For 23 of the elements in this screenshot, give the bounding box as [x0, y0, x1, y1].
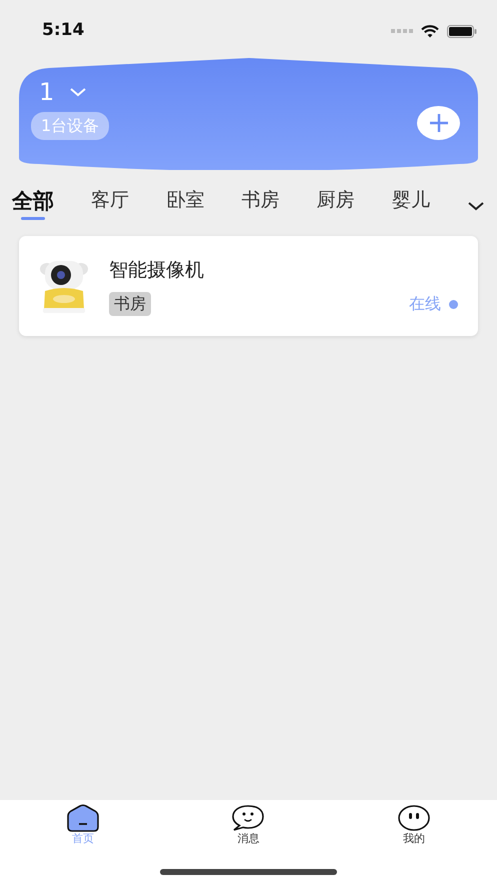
- nav-tab[interactable]: 消息: [231, 800, 266, 883]
- status-text: 在线: [409, 293, 441, 316]
- room-tab[interactable]: 婴儿: [392, 190, 430, 211]
- nav-tab[interactable]: 我的: [397, 800, 432, 883]
- face-icon: [397, 804, 432, 832]
- tab-underline: [21, 217, 45, 220]
- plus-icon: [428, 113, 448, 133]
- home-icon: [66, 804, 100, 832]
- device-name: 智能摄像机: [109, 258, 205, 283]
- room-tab[interactable]: 厨房: [316, 190, 355, 211]
- device-count-badge: 1台设备: [31, 112, 110, 140]
- room-tab[interactable]: 客厅: [91, 190, 130, 211]
- room-tab[interactable]: 全部: [12, 190, 54, 214]
- battery-icon: [447, 24, 477, 38]
- room-tab[interactable]: 卧室: [166, 190, 204, 211]
- room-tag: 书房: [109, 292, 151, 316]
- room-tab[interactable]: 书房: [241, 190, 280, 211]
- status-time: 5:14: [42, 19, 84, 42]
- device-card[interactable]: 智能摄像机 书房 在线: [19, 236, 478, 336]
- chevron-down-icon: [70, 88, 86, 96]
- wifi-icon: [421, 24, 439, 38]
- chat-face-icon: [231, 804, 266, 832]
- signal-icon: [391, 29, 413, 33]
